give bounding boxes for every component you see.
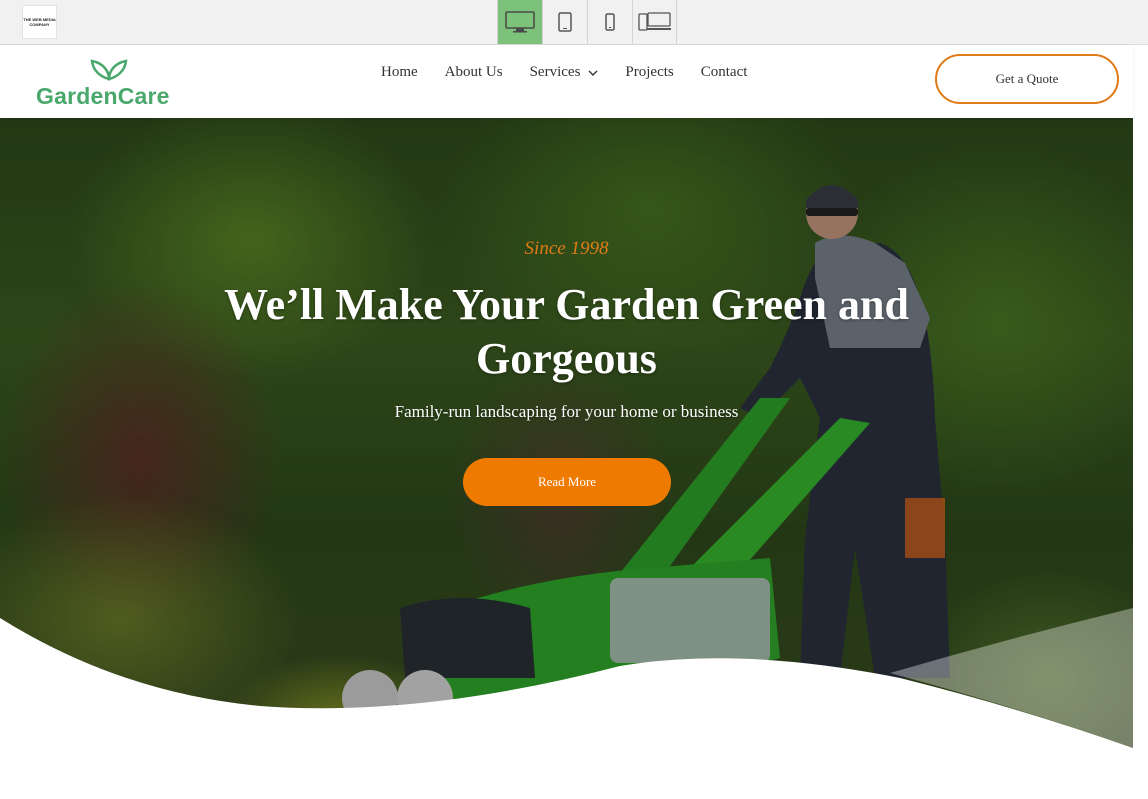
nav-contact[interactable]: Contact: [701, 64, 748, 81]
hero-wave-divider: [0, 608, 1133, 748]
company-logo-line2: COMPANY: [29, 22, 50, 27]
site-header: GardenCare Home About Us Services Projec…: [0, 45, 1133, 118]
logo-text: GardenCare: [36, 83, 170, 109]
leaf-icon: [90, 59, 128, 81]
desktop-view-button[interactable]: [497, 0, 542, 44]
nav-about-us[interactable]: About Us: [445, 64, 503, 81]
chevron-down-icon: [588, 70, 598, 76]
all-devices-view-button[interactable]: [632, 0, 677, 44]
desktop-icon: [505, 11, 535, 33]
multi-device-icon: [637, 12, 671, 31]
hero-section: Since 1998 We’ll Make Your Garden Green …: [0, 118, 1133, 748]
mobile-view-button[interactable]: [587, 0, 632, 44]
main-nav: Home About Us Services Projects Contact: [381, 64, 774, 81]
site-logo[interactable]: GardenCare: [34, 57, 184, 109]
tablet-icon: [558, 12, 572, 32]
device-switcher: [497, 0, 677, 44]
preview-toolbar: THE WEB MEDIA COMPANY: [0, 0, 1148, 45]
nav-services-label: Services: [529, 64, 581, 80]
mobile-icon: [605, 13, 615, 31]
get-a-quote-button[interactable]: Get a Quote: [935, 54, 1119, 104]
nav-home[interactable]: Home: [381, 64, 418, 81]
tablet-view-button[interactable]: [542, 0, 587, 44]
nav-projects[interactable]: Projects: [625, 64, 673, 81]
company-logo: THE WEB MEDIA COMPANY: [22, 5, 57, 39]
nav-services[interactable]: Services: [530, 64, 599, 81]
